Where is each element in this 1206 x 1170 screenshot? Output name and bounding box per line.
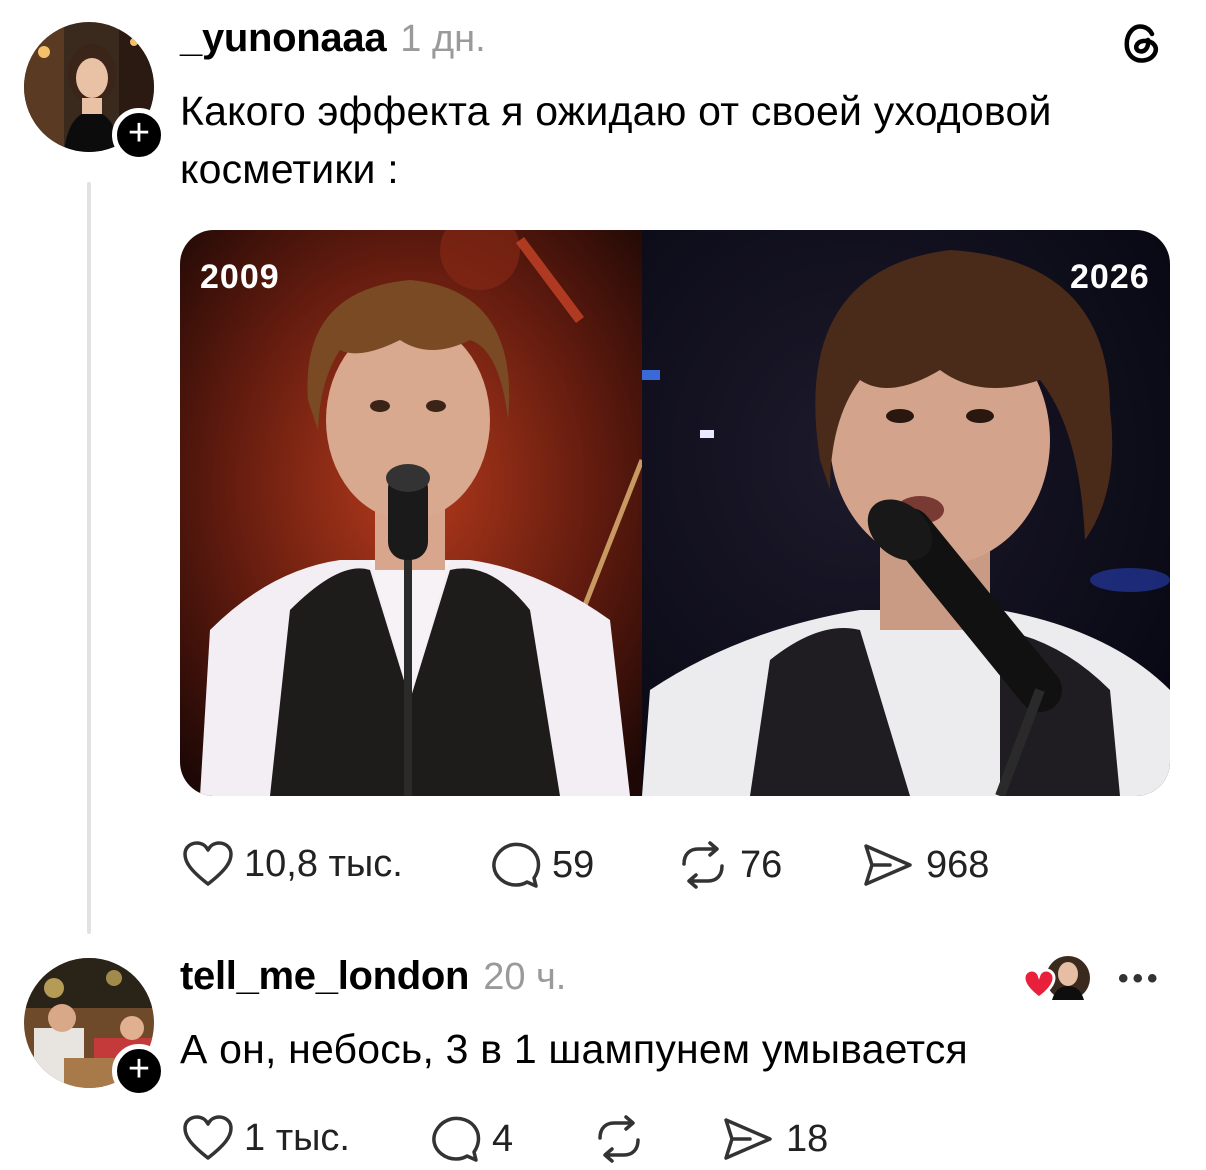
reply-header: tell_me_london 20 ч. bbox=[180, 954, 566, 999]
share-icon bbox=[864, 844, 912, 886]
reply-text: А он, небось, 3 в 1 шампунем умывается bbox=[180, 1026, 968, 1072]
follow-plus-button-reply[interactable]: + bbox=[112, 1044, 166, 1098]
comment-icon bbox=[432, 1116, 481, 1162]
more-options-button[interactable]: ••• bbox=[1118, 962, 1162, 996]
reply-time[interactable]: 20 ч. bbox=[483, 956, 566, 999]
reply-comment-count: 4 bbox=[492, 1117, 514, 1160]
post-username[interactable]: _yunonaaa bbox=[180, 16, 387, 61]
comment-count: 59 bbox=[552, 843, 595, 886]
image-label-left: 2009 bbox=[200, 258, 280, 296]
heart-icon bbox=[183, 1115, 233, 1160]
follow-plus-button[interactable]: + bbox=[112, 108, 166, 162]
reply-like-count: 1 тыс. bbox=[244, 1116, 350, 1159]
reply-share-button[interactable]: 18 bbox=[720, 1114, 828, 1164]
comment-button[interactable]: 59 bbox=[490, 840, 594, 890]
author-liked-badge bbox=[1022, 954, 1094, 1004]
post-text: Какого эффекта я ожидаю от своей уходово… bbox=[180, 88, 1052, 192]
post-header: _yunonaaa 1 дн. bbox=[180, 16, 486, 61]
share-count: 968 bbox=[926, 843, 990, 886]
image-label-right: 2026 bbox=[1070, 258, 1150, 296]
heart-icon bbox=[183, 841, 233, 886]
like-count: 10,8 тыс. bbox=[244, 842, 403, 885]
share-button[interactable]: 968 bbox=[860, 840, 989, 890]
post-time[interactable]: 1 дн. bbox=[400, 18, 485, 61]
repost-icon bbox=[598, 1115, 640, 1163]
reply-share-count: 18 bbox=[786, 1117, 829, 1160]
thread-line bbox=[87, 182, 91, 934]
share-icon bbox=[724, 1118, 772, 1160]
post-image[interactable] bbox=[180, 230, 1170, 796]
heart-filled-icon bbox=[1022, 968, 1056, 1000]
like-button[interactable]: 10,8 тыс. bbox=[182, 840, 403, 888]
reply-username[interactable]: tell_me_london bbox=[180, 954, 469, 999]
threads-logo-icon bbox=[1116, 18, 1166, 73]
comment-icon bbox=[492, 842, 541, 888]
reply-comment-button[interactable]: 4 bbox=[430, 1114, 513, 1164]
reply-like-button[interactable]: 1 тыс. bbox=[182, 1114, 350, 1162]
repost-icon bbox=[682, 841, 724, 889]
reply-repost-button[interactable] bbox=[592, 1114, 656, 1164]
repost-button[interactable]: 76 bbox=[676, 840, 782, 890]
repost-count: 76 bbox=[740, 843, 783, 886]
